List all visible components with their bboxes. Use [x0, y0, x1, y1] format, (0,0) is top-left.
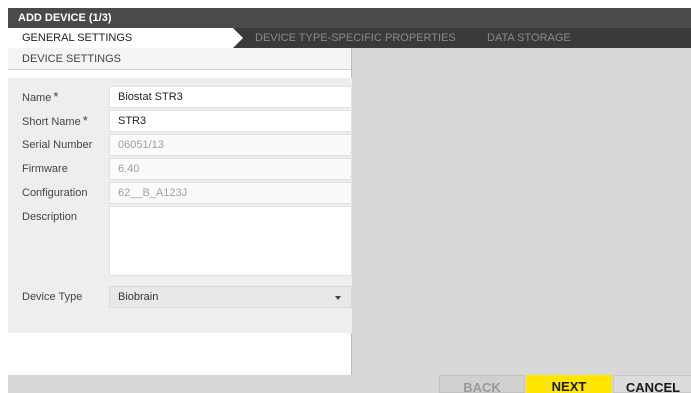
name-label: Name *	[22, 89, 59, 104]
short-name-label: Short Name *	[22, 113, 88, 128]
wizard-tab-bar: GENERAL SETTINGS DEVICE TYPE-SPECIFIC PR…	[8, 28, 691, 48]
description-label: Description	[22, 211, 78, 223]
device-settings-form: Name * Biostat STR3 Short Name * STR3 Seri…	[8, 78, 352, 333]
device-type-label: Device Type	[22, 291, 83, 303]
device-type-row: Device Type Biobrain	[8, 286, 352, 308]
serial-number-label: Serial Number	[22, 139, 93, 151]
general-settings-panel: DEVICE SETTINGS Name * Biostat STR3 Short…	[8, 48, 352, 375]
tab-data-storage[interactable]: DATA STORAGE	[487, 28, 571, 48]
section-title: DEVICE SETTINGS	[8, 48, 351, 70]
firmware-row: Firmware 6.40	[8, 158, 352, 180]
description-row: Description	[8, 206, 352, 276]
tab-device-type-specific-properties[interactable]: DEVICE TYPE-SPECIFIC PROPERTIES	[255, 28, 456, 48]
device-type-value: Biobrain	[118, 291, 159, 303]
short-name-row: Short Name * STR3	[8, 110, 352, 132]
chevron-down-icon	[335, 296, 341, 300]
back-button[interactable]: BACK	[439, 375, 525, 393]
tab-general-settings[interactable]: GENERAL SETTINGS	[8, 28, 233, 48]
add-device-dialog: ADD DEVICE (1/3) GENERAL SETTINGS DEVICE…	[8, 8, 691, 393]
description-textarea[interactable]	[109, 206, 352, 276]
next-button[interactable]: NEXT	[526, 375, 612, 393]
serial-number-field: 06051/13	[109, 134, 352, 156]
short-name-input[interactable]: STR3	[109, 110, 352, 132]
name-input[interactable]: Biostat STR3	[109, 86, 352, 108]
serial-number-row: Serial Number 06051/13	[8, 134, 352, 156]
firmware-label: Firmware	[22, 163, 68, 175]
name-row: Name * Biostat STR3	[8, 86, 352, 108]
required-marker: *	[82, 113, 88, 128]
dialog-title: ADD DEVICE (1/3)	[8, 8, 691, 28]
configuration-label: Configuration	[22, 187, 88, 199]
device-type-select[interactable]: Biobrain	[109, 286, 352, 308]
active-tab-arrow	[233, 28, 243, 48]
cancel-button[interactable]: CANCEL	[613, 375, 691, 393]
firmware-field: 6.40	[109, 158, 352, 180]
required-marker: *	[53, 89, 59, 104]
configuration-field: 62__B_A123J	[109, 182, 352, 204]
configuration-row: Configuration 62__B_A123J	[8, 182, 352, 204]
